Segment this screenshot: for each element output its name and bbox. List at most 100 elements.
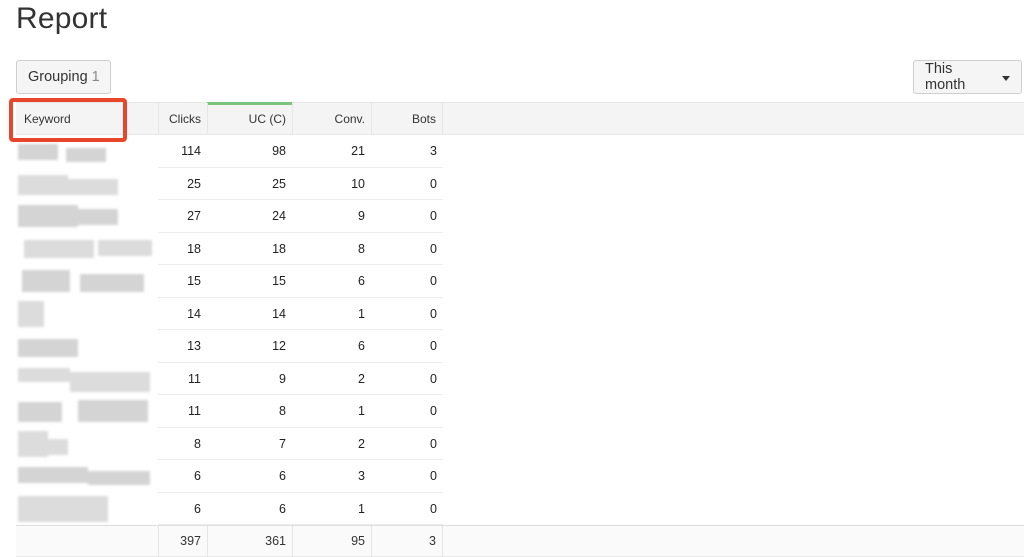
total-bots: 3 <box>371 526 443 556</box>
column-header-conv[interactable]: Conv. <box>292 103 371 134</box>
grouping-count: 1 <box>91 69 100 85</box>
keyword-cell <box>16 460 158 493</box>
table-row[interactable]: 6 6 1 0 <box>16 493 443 526</box>
table-row[interactable]: 27 24 9 0 <box>16 200 443 233</box>
column-header-bots[interactable]: Bots <box>371 103 443 134</box>
period-dropdown[interactable]: This month <box>913 60 1022 94</box>
conv-cell: 3 <box>358 469 365 484</box>
conv-cell: 21 <box>351 144 365 159</box>
column-header-uc[interactable]: UC (C) <box>207 103 292 134</box>
redacted-keyword <box>18 300 152 327</box>
report-table: Keyword Clicks UC (C) Conv. Bots 114 98 21… <box>16 102 1024 557</box>
total-conv: 95 <box>292 526 371 556</box>
period-label: This month <box>925 61 966 93</box>
uc-cell: 7 <box>279 436 286 451</box>
uc-cell: 6 <box>279 469 286 484</box>
bots-cell: 0 <box>430 404 437 419</box>
bots-cell: 0 <box>430 469 437 484</box>
bots-cell: 0 <box>430 176 437 191</box>
bots-cell: 0 <box>430 436 437 451</box>
clicks-cell: 6 <box>194 501 201 516</box>
keyword-cell <box>16 135 158 168</box>
keyword-cell <box>16 363 158 396</box>
table-row[interactable]: 114 98 21 3 <box>16 135 443 168</box>
clicks-cell: 14 <box>187 306 201 321</box>
bots-cell: 0 <box>430 209 437 224</box>
table-totals-row: 397 361 95 3 <box>16 525 1024 557</box>
table-row[interactable]: 14 14 1 0 <box>16 298 443 331</box>
conv-cell: 1 <box>358 306 365 321</box>
conv-cell: 6 <box>358 339 365 354</box>
caret-down-icon <box>1002 75 1010 81</box>
table-row[interactable]: 15 15 6 0 <box>16 265 443 298</box>
conv-cell: 8 <box>358 241 365 256</box>
table-row[interactable]: 11 8 1 0 <box>16 395 443 428</box>
clicks-cell: 11 <box>188 404 201 419</box>
clicks-cell: 27 <box>187 209 201 224</box>
redacted-keyword <box>18 430 152 457</box>
keyword-cell <box>16 395 158 428</box>
clicks-cell: 8 <box>194 436 201 451</box>
keyword-cell <box>16 428 158 461</box>
uc-cell: 6 <box>279 501 286 516</box>
bots-cell: 3 <box>430 144 437 159</box>
conv-cell: 2 <box>358 371 365 386</box>
uc-cell: 14 <box>272 306 286 321</box>
table-row[interactable]: 13 12 6 0 <box>16 330 443 363</box>
redacted-keyword <box>18 398 152 424</box>
uc-cell: 8 <box>279 404 286 419</box>
conv-cell: 9 <box>358 209 365 224</box>
column-header-keyword[interactable]: Keyword <box>16 103 158 134</box>
conv-cell: 2 <box>358 436 365 451</box>
redacted-keyword <box>18 138 152 164</box>
table-row[interactable]: 25 25 10 0 <box>16 168 443 201</box>
redacted-keyword <box>18 268 152 294</box>
conv-cell: 6 <box>358 274 365 289</box>
keyword-cell <box>16 168 158 201</box>
clicks-cell: 15 <box>187 274 201 289</box>
redacted-keyword <box>18 236 152 262</box>
table-row[interactable]: 11 9 2 0 <box>16 363 443 396</box>
redacted-keyword <box>18 495 152 522</box>
table-row[interactable]: 8 7 2 0 <box>16 428 443 461</box>
bots-cell: 0 <box>430 241 437 256</box>
uc-cell: 12 <box>272 339 286 354</box>
table-body: 114 98 21 3 25 25 10 0 27 24 9 0 18 18 8 0 15 15 6 0 14 14 1 0 1… <box>16 135 1024 525</box>
uc-cell: 98 <box>272 144 286 159</box>
uc-cell: 9 <box>279 371 286 386</box>
clicks-cell: 11 <box>188 371 201 386</box>
uc-cell: 15 <box>272 274 286 289</box>
keyword-cell <box>16 330 158 363</box>
conv-cell: 10 <box>351 176 365 191</box>
keyword-cell <box>16 200 158 233</box>
column-header-clicks[interactable]: Clicks <box>158 103 207 134</box>
clicks-cell: 18 <box>187 241 201 256</box>
redacted-keyword <box>18 333 152 359</box>
bots-cell: 0 <box>430 371 437 386</box>
grouping-button[interactable]: Grouping 1 <box>16 60 111 94</box>
keyword-cell <box>16 233 158 266</box>
clicks-cell: 25 <box>187 176 201 191</box>
total-uc: 361 <box>207 526 292 556</box>
table-header: Keyword Clicks UC (C) Conv. Bots <box>16 102 1024 135</box>
bots-cell: 0 <box>430 306 437 321</box>
keyword-cell <box>16 298 158 331</box>
redacted-keyword <box>18 463 152 489</box>
uc-cell: 25 <box>272 176 286 191</box>
clicks-cell: 6 <box>194 469 201 484</box>
conv-cell: 1 <box>358 404 365 419</box>
table-row[interactable]: 18 18 8 0 <box>16 233 443 266</box>
table-row[interactable]: 6 6 3 0 <box>16 460 443 493</box>
conv-cell: 1 <box>358 501 365 516</box>
uc-cell: 24 <box>272 209 286 224</box>
redacted-keyword <box>18 203 152 229</box>
totals-label <box>16 526 158 556</box>
grouping-label: Grouping <box>28 69 88 85</box>
clicks-cell: 13 <box>187 339 201 354</box>
clicks-cell: 114 <box>181 144 201 159</box>
redacted-keyword <box>18 366 152 392</box>
total-clicks: 397 <box>158 526 207 556</box>
redacted-keyword <box>18 171 152 197</box>
uc-cell: 18 <box>272 241 286 256</box>
keyword-cell <box>16 265 158 298</box>
